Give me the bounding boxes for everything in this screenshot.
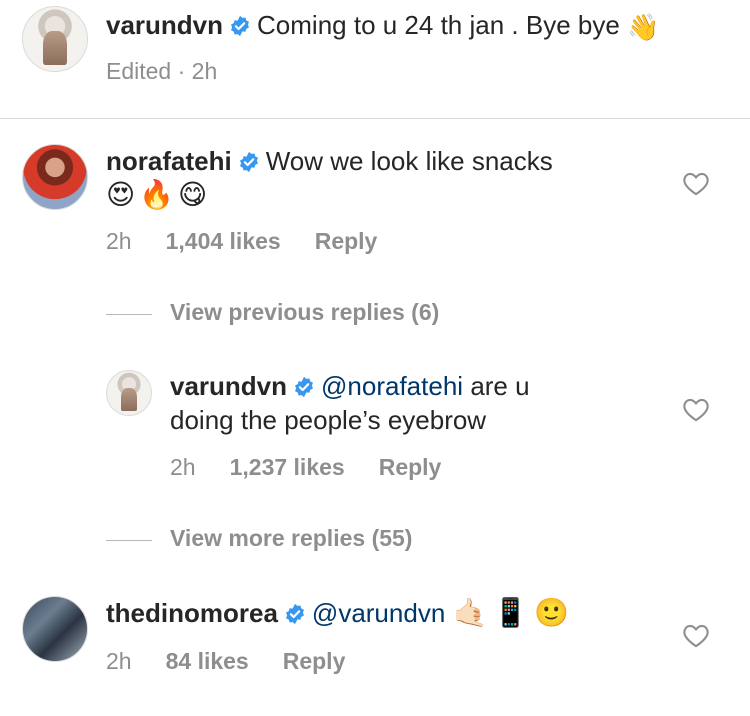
divider <box>0 118 750 119</box>
thread-line <box>106 540 152 541</box>
reply-meta: 2h 1,237 likes Reply <box>170 454 475 481</box>
comment-line: thedinomorea @varundvn 🤙🏻📱🙂 <box>106 596 575 630</box>
comment-username[interactable]: norafatehi <box>106 146 232 176</box>
reply-line-1: varundvn @norafatehi are u <box>170 369 530 403</box>
verified-icon <box>295 376 314 398</box>
comment-time: 2h <box>106 228 132 254</box>
reply-username[interactable]: varundvn <box>170 371 287 401</box>
comment-username[interactable]: thedinomorea <box>106 598 278 628</box>
comment-text: Wow we look like snacks <box>265 146 553 176</box>
caption-username[interactable]: varundvn <box>106 10 223 40</box>
verified-icon <box>239 151 258 173</box>
caption-text: Coming to u 24 th jan . Bye bye <box>257 10 620 40</box>
mention-link[interactable]: @varundvn <box>312 598 445 628</box>
verified-icon <box>231 15 250 37</box>
avatar[interactable] <box>106 370 152 416</box>
reply-button[interactable]: Reply <box>379 454 442 480</box>
avatar[interactable] <box>22 6 88 72</box>
heart-outline-icon[interactable] <box>682 622 710 648</box>
heart-outline-icon[interactable] <box>682 170 710 196</box>
avatar[interactable] <box>22 144 88 210</box>
comment-line: norafatehi Wow we look like snacks <box>106 144 553 178</box>
reply-text: are u <box>470 371 530 401</box>
comment-emojis: 😍🔥😋 <box>106 179 212 210</box>
heart-outline-icon[interactable] <box>682 396 710 422</box>
verified-icon <box>285 603 304 625</box>
likes-count[interactable]: 1,237 likes <box>230 454 345 480</box>
view-more-replies-button[interactable]: View more replies (55) <box>170 525 412 552</box>
wave-icon: 👋 <box>627 12 660 43</box>
comment-emojis: 🤙🏻📱🙂 <box>452 597 576 628</box>
likes-count[interactable]: 84 likes <box>166 648 249 674</box>
caption-line: varundvn Coming to u 24 th jan . Bye bye … <box>106 8 659 44</box>
reply-button[interactable]: Reply <box>283 648 346 674</box>
reply-text-line-2: doing the people’s eyebrow <box>170 405 487 435</box>
reply-time: 2h <box>170 454 196 480</box>
comment-meta: 2h 1,404 likes Reply <box>106 228 411 255</box>
comment-meta: 2h 84 likes Reply <box>106 648 379 675</box>
reply-button[interactable]: Reply <box>315 228 378 254</box>
caption-meta: Edited · 2h <box>106 58 218 84</box>
comment-time: 2h <box>106 648 132 674</box>
mention-link[interactable]: @norafatehi <box>321 371 463 401</box>
thread-line <box>106 314 152 315</box>
avatar[interactable] <box>22 596 88 662</box>
view-previous-replies-button[interactable]: View previous replies (6) <box>170 299 439 326</box>
likes-count[interactable]: 1,404 likes <box>166 228 281 254</box>
